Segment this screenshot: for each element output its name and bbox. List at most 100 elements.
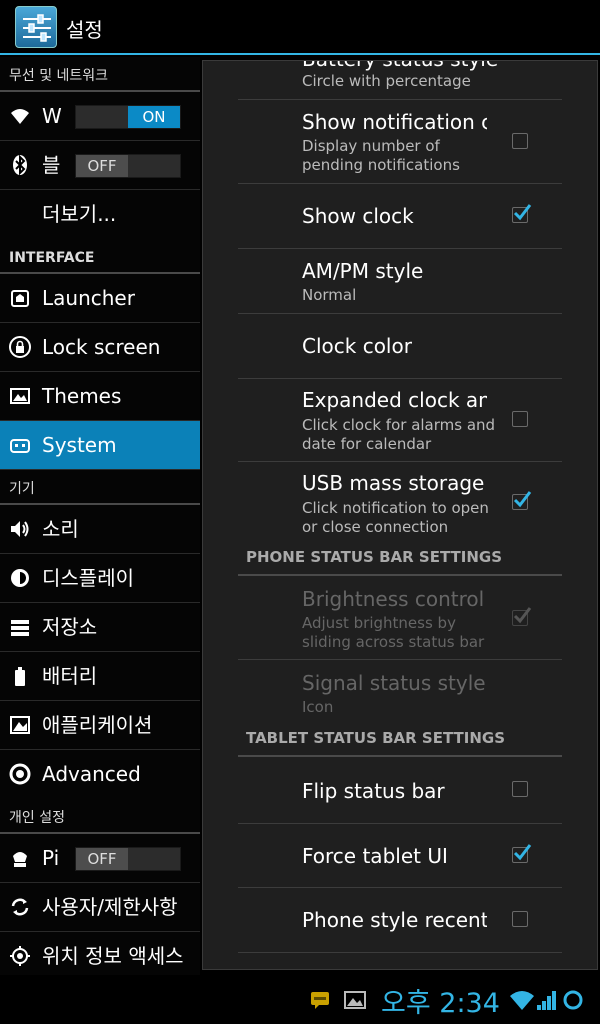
more-label: 더보기... <box>42 202 117 226</box>
wifi-toggle[interactable]: ON <box>75 105 181 129</box>
pref-summary: Click notification to open <box>302 499 489 517</box>
battery-label: 배터리 <box>42 664 98 688</box>
header-item-wifi[interactable]: W ON <box>0 92 200 141</box>
storage-label: 저장소 <box>42 615 98 639</box>
pref-flip-status-bar[interactable]: Flip status bar <box>238 758 562 824</box>
header-item-launcher[interactable]: Launcher <box>0 274 200 323</box>
pref-ampm-style[interactable]: AM/PM style Normal <box>238 249 562 314</box>
header-item-sound[interactable]: 소리 <box>0 505 200 554</box>
pref-summary: Icon <box>302 698 334 716</box>
page-title: 설정 <box>66 18 103 42</box>
advanced-icon <box>9 763 31 785</box>
pref-title: Phone style recent apps <box>302 908 487 932</box>
pref-summary: Circle with percentage <box>302 72 471 90</box>
header-item-more[interactable]: 더보기... <box>0 190 200 239</box>
header-item-battery[interactable]: 배터리 <box>0 652 200 701</box>
pref-title: Battery status style <box>302 61 532 71</box>
location-label: 위치 정보 액세스 <box>42 944 184 968</box>
pref-summary: Normal <box>302 286 357 304</box>
checkbox-checked[interactable] <box>512 204 532 223</box>
pref-clock-color[interactable]: Clock color <box>238 314 562 379</box>
checkbox[interactable] <box>512 911 528 927</box>
pref-title: Signal status style <box>302 671 486 695</box>
pref-summary: or close connection <box>302 518 449 536</box>
sound-label: 소리 <box>42 517 79 541</box>
pref-usb-mass-storage[interactable]: USB mass storage notification Click noti… <box>238 462 562 544</box>
checkbox-checked[interactable] <box>512 491 532 510</box>
settings-headers-pane: 무선 및 네트워크 W ON 블 OFF 더보기... INTERFACE La… <box>0 57 200 975</box>
category-tablet-status-bar: TABLET STATUS BAR SETTINGS <box>238 729 562 757</box>
pref-title: Show clock <box>302 204 414 228</box>
system-label: System <box>42 433 117 457</box>
pref-show-clock[interactable]: Show clock <box>238 184 562 249</box>
settings-sliders-icon[interactable] <box>15 6 57 48</box>
apps-label: 애플리케이션 <box>42 713 153 737</box>
bluetooth-icon <box>13 154 27 176</box>
header-item-display[interactable]: 디스플레이 <box>0 554 200 603</box>
gallery-icon[interactable] <box>344 991 366 1009</box>
pref-show-notification-count[interactable]: Show notification count Display number o… <box>238 100 562 184</box>
sync-icon <box>11 898 29 916</box>
system-icon <box>10 439 30 453</box>
header-item-advanced[interactable]: Advanced <box>0 750 200 799</box>
advanced-label: Advanced <box>42 762 141 786</box>
display-label: 디스플레이 <box>42 566 134 590</box>
users-label: 사용자/제한사항 <box>42 895 178 919</box>
header-item-users[interactable]: 사용자/제한사항 <box>0 883 200 932</box>
pref-title: Show notification count <box>302 110 487 134</box>
checkbox-checked[interactable] <box>512 844 532 863</box>
header-item-privacy[interactable]: Pi OFF <box>0 834 200 883</box>
action-bar: 설정 <box>0 0 600 55</box>
header-item-storage[interactable]: 저장소 <box>0 603 200 652</box>
check-icon <box>513 607 532 624</box>
storage-icon <box>11 620 29 636</box>
privacy-toggle[interactable]: OFF <box>75 847 181 871</box>
check-icon <box>513 491 532 508</box>
bluetooth-toggle[interactable]: OFF <box>75 154 181 178</box>
category-personal: 개인 설정 <box>0 799 200 834</box>
pref-title: Force tablet UI <box>302 844 448 868</box>
signal-icon <box>537 991 556 1010</box>
system-status-bar: 오후 2:34 <box>0 975 600 1024</box>
pref-battery-style[interactable]: Battery status style Circle with percent… <box>238 61 562 100</box>
pref-brightness-control: Brightness control Adjust brightness by … <box>238 577 562 660</box>
battery-icon <box>15 667 25 686</box>
checkbox[interactable] <box>512 781 528 797</box>
checkbox[interactable] <box>512 133 528 149</box>
themes-label: Themes <box>42 384 122 408</box>
header-item-apps[interactable]: 애플리케이션 <box>0 701 200 750</box>
checkbox[interactable] <box>512 411 528 427</box>
pref-summary: date for calendar <box>302 435 432 453</box>
sync-circle-icon <box>563 990 583 1010</box>
header-item-themes[interactable]: Themes <box>0 372 200 421</box>
wifi-label: W <box>42 104 62 128</box>
header-item-location[interactable]: 위치 정보 액세스 <box>0 932 200 975</box>
pref-expanded-clock[interactable]: Expanded clock and date Click clock for … <box>238 379 562 462</box>
privacy-icon <box>13 852 27 867</box>
pref-force-tablet-ui[interactable]: Force tablet UI <box>238 824 562 888</box>
brightness-icon <box>11 569 29 587</box>
header-item-bluetooth[interactable]: 블 OFF <box>0 141 200 190</box>
pref-phone-style-recents[interactable]: Phone style recent apps <box>238 888 562 953</box>
themes-icon <box>10 388 30 404</box>
pref-signal-status-style: Signal status style Icon <box>238 660 562 726</box>
header-item-lock-screen[interactable]: Lock screen <box>0 323 200 372</box>
location-icon <box>10 946 30 966</box>
pref-title: USB mass storage notification <box>302 471 487 495</box>
wifi-icon <box>11 109 29 124</box>
wifi-icon <box>510 991 534 1010</box>
pref-summary: pending notifications <box>302 156 460 174</box>
header-item-system[interactable]: System <box>0 421 200 470</box>
pref-summary: sliding across status bar <box>302 633 485 651</box>
check-icon <box>513 204 532 221</box>
pref-title: Flip status bar <box>302 779 445 803</box>
privacy-label: Pi <box>42 846 60 870</box>
pref-summary: Click clock for alarms and <box>302 416 496 434</box>
category-phone-status-bar: PHONE STATUS BAR SETTINGS <box>238 548 562 576</box>
pref-title: AM/PM style <box>302 259 424 283</box>
apps-icon <box>10 716 30 734</box>
system-preferences-pane: Battery status style Circle with percent… <box>202 60 598 970</box>
chat-icon[interactable] <box>310 991 330 1009</box>
launcher-label: Launcher <box>42 286 135 310</box>
bluetooth-label: 블 <box>42 153 61 177</box>
